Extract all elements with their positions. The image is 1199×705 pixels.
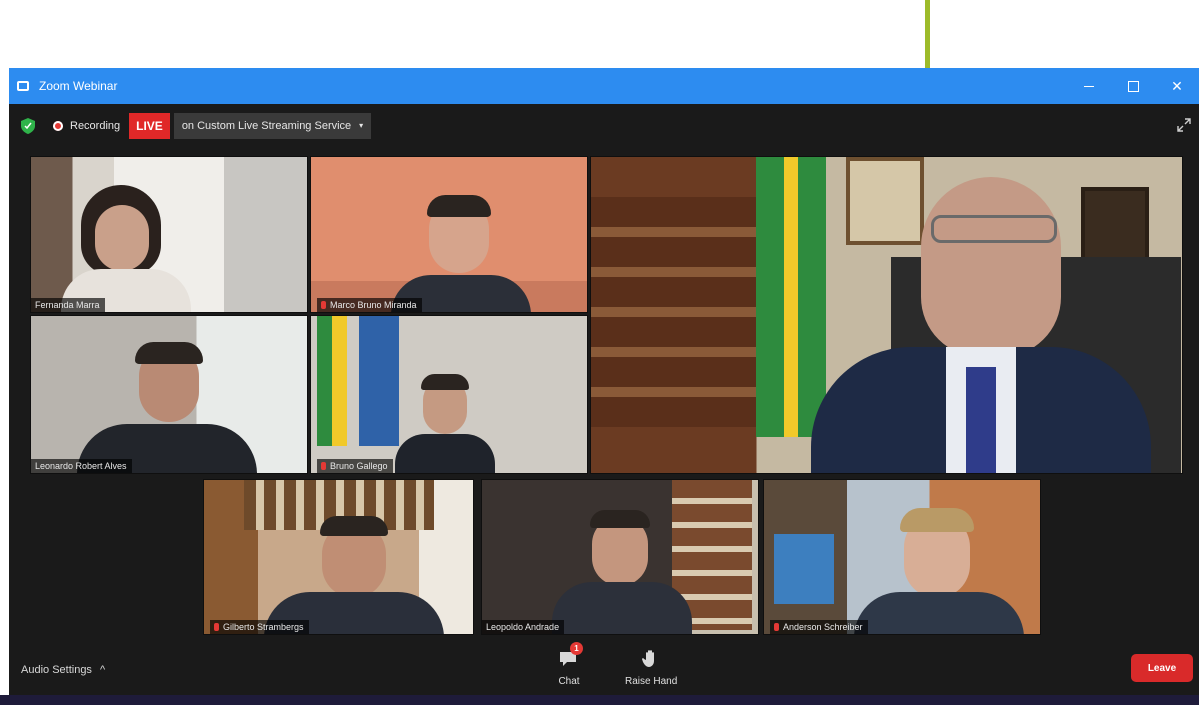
video-tile[interactable]: Bruno Gallego	[310, 315, 588, 474]
video-tile[interactable]: Marco Bruno Miranda	[310, 156, 588, 313]
video-tile[interactable]: Anderson Schreiber	[763, 479, 1041, 635]
raise-hand-label: Raise Hand	[625, 676, 678, 687]
stream-service-dropdown[interactable]: on Custom Live Streaming Service ▾	[173, 113, 372, 139]
zoom-window: Zoom Webinar ✕ Recording LIVE on Custom …	[9, 68, 1199, 705]
participant-hair	[590, 510, 650, 528]
app-icon	[17, 81, 29, 91]
wall-panel	[591, 197, 761, 427]
participant-suit	[854, 592, 1024, 634]
participant-suit	[552, 582, 692, 634]
participant-name: Gilberto Strambergs	[223, 622, 304, 632]
participant-name-tag: Fernanda Marra	[31, 298, 105, 312]
minimize-icon	[1084, 85, 1094, 87]
participant-face	[921, 177, 1061, 357]
chevron-up-icon: ^	[99, 664, 106, 676]
shield-icon[interactable]	[21, 118, 35, 134]
fullscreen-icon[interactable]	[1177, 118, 1191, 132]
minimize-button[interactable]	[1067, 68, 1111, 104]
chat-button[interactable]: 1 Chat	[558, 642, 583, 687]
decorative-strip	[0, 695, 1199, 705]
participant-name-tag: Bruno Gallego	[317, 459, 393, 473]
picture-frame	[846, 157, 924, 245]
close-icon: ✕	[1171, 77, 1183, 94]
participant-name: Leopoldo Andrade	[486, 622, 560, 632]
participant-name: Bruno Gallego	[330, 461, 388, 471]
participant-name: Anderson Schreiber	[783, 622, 863, 632]
participant-name-tag: Marco Bruno Miranda	[317, 298, 422, 312]
microphone-off-icon	[321, 301, 326, 309]
participant-name: Marco Bruno Miranda	[330, 300, 417, 310]
maximize-button[interactable]	[1111, 68, 1155, 104]
video-tile[interactable]: Leopoldo Andrade	[481, 479, 759, 635]
participant-name-tag: Leopoldo Andrade	[482, 620, 565, 634]
video-tile-active-speaker[interactable]	[590, 156, 1183, 474]
video-tile[interactable]: Gilberto Strambergs	[203, 479, 474, 635]
participant-name: Leonardo Robert Alves	[35, 461, 127, 471]
stream-service-label: on Custom Live Streaming Service	[181, 120, 352, 132]
chat-label: Chat	[558, 676, 580, 687]
participant-name: Fernanda Marra	[35, 300, 100, 310]
flag	[756, 157, 826, 437]
microphone-off-icon	[321, 462, 326, 470]
microphone-off-icon	[214, 623, 219, 631]
title-bar: Zoom Webinar ✕	[9, 68, 1199, 104]
participant-hair	[421, 374, 469, 390]
participant-name-tag: Gilberto Strambergs	[210, 620, 309, 634]
participant-name-tag: Anderson Schreiber	[770, 620, 868, 634]
leave-button[interactable]: Leave	[1131, 654, 1193, 682]
chevron-down-icon: ▾	[359, 121, 364, 130]
audio-settings-button[interactable]: Audio Settings ^	[21, 664, 105, 676]
raise-hand-icon	[640, 648, 662, 670]
chat-badge: 1	[570, 642, 583, 655]
window-controls: ✕	[1067, 68, 1199, 104]
flag	[359, 316, 399, 446]
participant-hair	[135, 342, 203, 364]
audio-settings-label: Audio Settings	[21, 664, 92, 676]
close-button[interactable]: ✕	[1155, 68, 1199, 104]
recording-icon	[53, 121, 63, 131]
participant-hair	[900, 508, 974, 532]
microphone-off-icon	[774, 623, 779, 631]
glasses	[931, 215, 1057, 243]
video-tile[interactable]: Leonardo Robert Alves	[30, 315, 308, 474]
desk-item	[774, 534, 834, 604]
participant-face	[95, 205, 149, 271]
participant-hair	[320, 516, 388, 536]
participant-hair	[427, 195, 491, 217]
live-badge: LIVE	[129, 113, 170, 139]
chat-icon: 1	[558, 642, 583, 670]
raise-hand-button[interactable]: Raise Hand	[625, 648, 677, 687]
flag	[317, 316, 347, 446]
meeting-info-bar: Recording LIVE on Custom Live Streaming …	[9, 108, 1199, 144]
video-tile[interactable]: Fernanda Marra	[30, 156, 308, 313]
window-title: Zoom Webinar	[39, 79, 118, 93]
participant-suit	[395, 434, 495, 473]
participant-name-tag: Leonardo Robert Alves	[31, 459, 132, 473]
tie	[966, 367, 996, 473]
recording-label: Recording	[70, 120, 121, 132]
maximize-icon	[1127, 80, 1139, 92]
